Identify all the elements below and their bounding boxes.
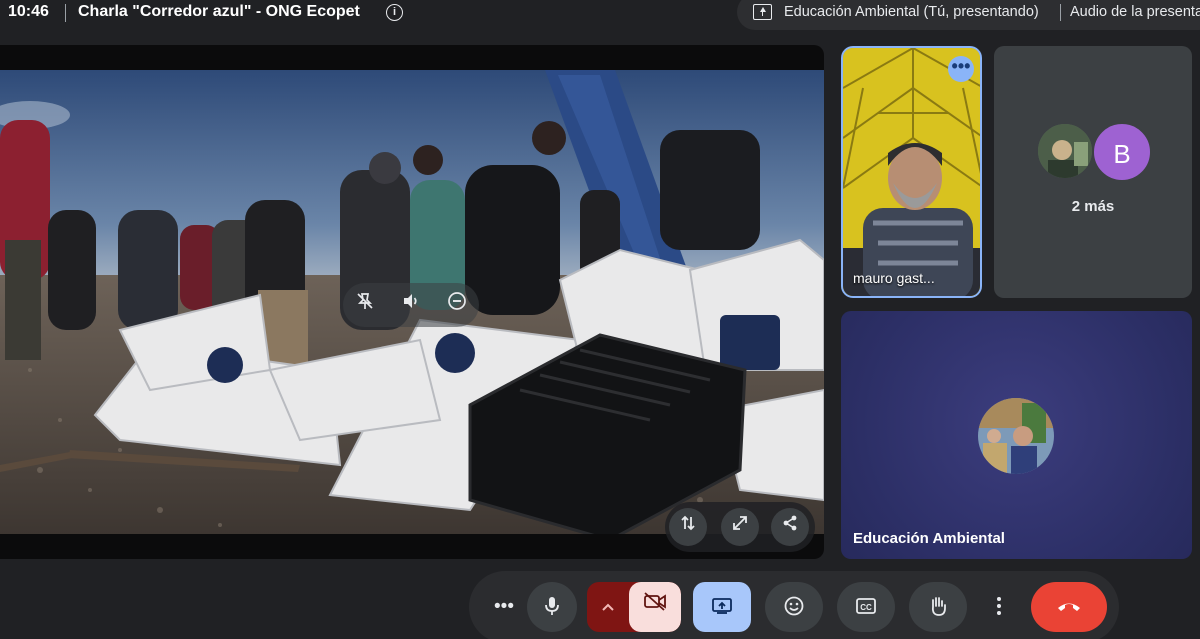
remove-icon[interactable] — [443, 291, 471, 319]
avatar: B — [1092, 122, 1152, 182]
emoji-icon[interactable] — [765, 582, 823, 632]
chevron-up-icon[interactable] — [587, 582, 629, 632]
participant-video — [843, 48, 980, 296]
more-vert-icon[interactable] — [981, 582, 1017, 632]
more-participants-label: 2 más — [1071, 198, 1115, 215]
participant-tile-mauro[interactable]: ••• mauro gast... — [841, 46, 982, 298]
camera-control-group — [587, 582, 681, 632]
camera-off-icon[interactable] — [629, 582, 681, 632]
main-stage — [0, 45, 824, 559]
participant-name: mauro gast... — [853, 270, 935, 286]
stage-tools — [665, 502, 815, 552]
present-screen-icon[interactable] — [693, 582, 751, 632]
participant-name: Educación Ambiental — [853, 530, 1005, 547]
clock: 10:46 — [8, 3, 49, 20]
volume-icon[interactable] — [397, 291, 425, 319]
participant-tile-presenter[interactable]: Educación Ambiental — [841, 311, 1192, 559]
microphone-icon[interactable] — [527, 582, 577, 632]
meeting-title: Charla "Corredor azul" - ONG Ecopet — [78, 3, 360, 20]
present-screen-icon — [753, 4, 772, 20]
info-icon[interactable]: i — [386, 4, 403, 21]
divider — [1060, 4, 1061, 21]
avatar — [1036, 122, 1094, 180]
swap-icon[interactable] — [669, 508, 707, 546]
presenting-status: Educación Ambiental (Tú, presentando) — [784, 4, 1039, 20]
divider — [65, 4, 66, 22]
captions-icon[interactable]: CC — [837, 582, 895, 632]
end-call-icon[interactable] — [1031, 582, 1107, 632]
more-options-icon[interactable]: ••• — [481, 582, 527, 632]
presentation-audio-label[interactable]: Audio de la presentación — [1070, 4, 1200, 20]
top-bar: 10:46 Charla "Corredor azul" - ONG Ecope… — [0, 0, 1200, 30]
stage-hover-controls — [343, 283, 479, 327]
more-options-icon[interactable]: ••• — [948, 56, 974, 82]
avatar — [978, 398, 1054, 474]
call-control-bar: ••• CC — [469, 571, 1119, 639]
participant-tile-others[interactable]: B 2 más — [994, 46, 1192, 298]
fullscreen-icon[interactable] — [721, 508, 759, 546]
pin-off-icon[interactable] — [351, 291, 379, 319]
share-icon[interactable] — [771, 508, 809, 546]
svg-text:CC: CC — [860, 603, 872, 612]
raise-hand-icon[interactable] — [909, 582, 967, 632]
